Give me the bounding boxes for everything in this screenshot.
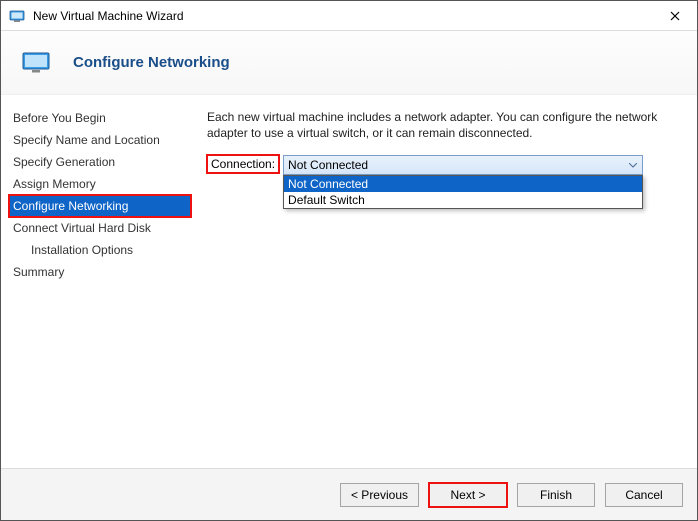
page-title: Configure Networking: [73, 54, 230, 71]
wizard-window: New Virtual Machine Wizard Configure Net…: [0, 0, 698, 521]
step-specify-generation[interactable]: Specify Generation: [9, 151, 191, 173]
description-text: Each new virtual machine includes a netw…: [207, 109, 681, 141]
wizard-main-panel: Each new virtual machine includes a netw…: [191, 95, 697, 468]
connection-label: Connection:: [207, 155, 279, 173]
cancel-button[interactable]: Cancel: [605, 483, 683, 507]
monitor-icon: [21, 48, 51, 78]
wizard-header: Configure Networking: [1, 31, 697, 95]
previous-button[interactable]: < Previous: [340, 483, 419, 507]
step-connect-vhd[interactable]: Connect Virtual Hard Disk: [9, 217, 191, 239]
connection-combo-wrap: Not Connected Not Connected Default Swit…: [283, 155, 643, 175]
wizard-steps-sidebar: Before You Begin Specify Name and Locati…: [1, 95, 191, 468]
wizard-footer: < Previous Next > Finish Cancel: [1, 468, 697, 520]
step-assign-memory[interactable]: Assign Memory: [9, 173, 191, 195]
step-specify-name-location[interactable]: Specify Name and Location: [9, 129, 191, 151]
connection-option-not-connected[interactable]: Not Connected: [284, 176, 642, 192]
finish-button[interactable]: Finish: [517, 483, 595, 507]
connection-option-default-switch[interactable]: Default Switch: [284, 192, 642, 208]
titlebar: New Virtual Machine Wizard: [1, 1, 697, 31]
connection-dropdown[interactable]: Not Connected: [283, 155, 643, 175]
step-installation-options[interactable]: Installation Options: [9, 239, 191, 261]
step-summary[interactable]: Summary: [9, 261, 191, 283]
connection-selected-value: Not Connected: [288, 158, 368, 172]
next-button[interactable]: Next >: [429, 483, 507, 507]
close-button[interactable]: [653, 1, 697, 31]
wizard-body: Before You Begin Specify Name and Locati…: [1, 95, 697, 468]
connection-dropdown-list: Not Connected Default Switch: [283, 175, 643, 209]
step-before-you-begin[interactable]: Before You Begin: [9, 107, 191, 129]
app-icon: [9, 8, 25, 24]
step-configure-networking[interactable]: Configure Networking: [9, 195, 191, 217]
connection-row: Connection: Not Connected Not Connected …: [207, 155, 681, 175]
window-title: New Virtual Machine Wizard: [33, 9, 653, 23]
chevron-down-icon: [624, 156, 642, 174]
